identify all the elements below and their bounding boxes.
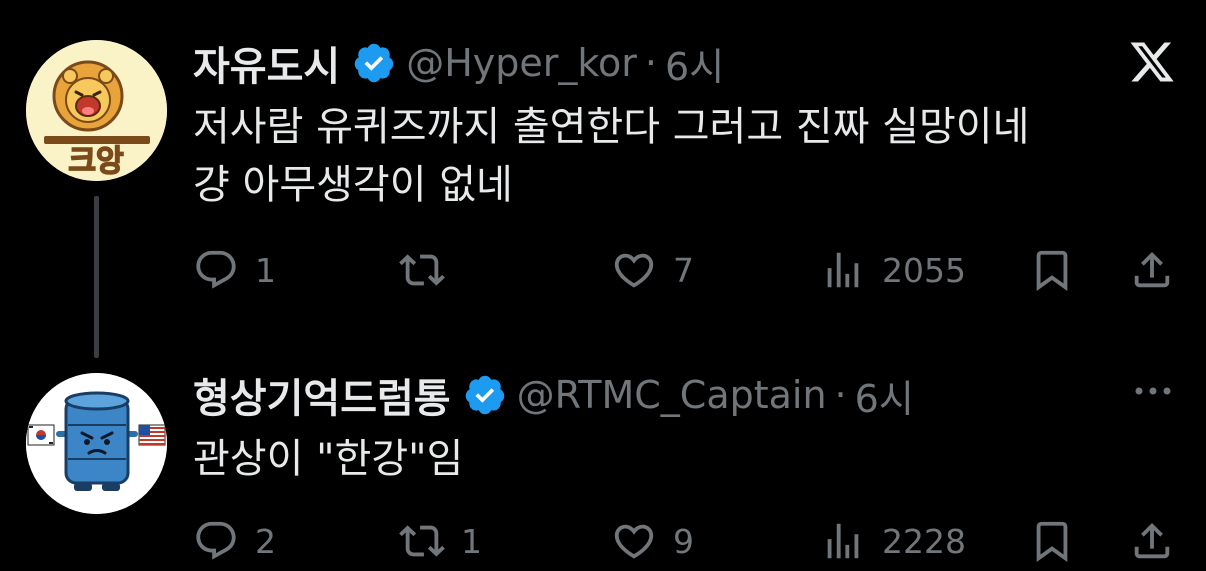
x-logo-icon[interactable] bbox=[1128, 38, 1176, 86]
handle[interactable]: @RTMC_Captain bbox=[517, 373, 827, 417]
views-count: 2055 bbox=[882, 250, 966, 290]
action-bar: 2 1 9 2228 bbox=[193, 511, 1183, 571]
retweet-button[interactable]: 1 bbox=[399, 518, 482, 564]
views-icon bbox=[827, 523, 859, 559]
reply-icon bbox=[196, 250, 236, 289]
avatar-lion[interactable]: 크앙 bbox=[26, 40, 167, 181]
tweet-text-line: 관상이 "한강"임 bbox=[193, 436, 464, 482]
tweet-text: 저사람 유퀴즈까지 출연한다 그러고 진짜 실망이네 걍 아무생각이 없네 bbox=[193, 98, 1153, 214]
verified-badge-icon bbox=[354, 43, 394, 83]
tweet: 크앙 자유도시 @Hyper_kor · 6시 저사람 유퀴즈까지 출연한다 그… bbox=[0, 0, 1206, 358]
avatar-drum[interactable] bbox=[26, 373, 167, 514]
tweet-text-line: 걍 아무생각이 없네 bbox=[193, 162, 513, 208]
retweet-icon bbox=[399, 525, 445, 557]
separator-dot: · bbox=[644, 41, 658, 85]
share-icon bbox=[1134, 251, 1170, 288]
reply-icon bbox=[196, 521, 236, 560]
like-button[interactable]: 9 bbox=[611, 518, 694, 564]
lion-avatar-icon: 크앙 bbox=[26, 40, 167, 181]
display-name[interactable]: 형상기억드럼통 bbox=[193, 366, 451, 424]
like-icon bbox=[614, 253, 654, 288]
share-icon bbox=[1134, 522, 1170, 559]
bookmark-icon bbox=[1036, 521, 1068, 562]
views-count: 2228 bbox=[882, 521, 966, 561]
bookmark-icon bbox=[1036, 250, 1068, 291]
avatar-lion-text: 크앙 bbox=[68, 144, 124, 179]
bookmark-button[interactable] bbox=[1029, 518, 1075, 564]
tweet-header: 자유도시 @Hyper_kor · 6시 bbox=[193, 36, 724, 91]
bookmark-button[interactable] bbox=[1029, 247, 1075, 293]
handle[interactable]: @Hyper_kor bbox=[406, 41, 637, 85]
share-button[interactable] bbox=[1129, 518, 1175, 564]
like-icon bbox=[614, 524, 654, 559]
reply-count: 1 bbox=[255, 250, 276, 290]
reply-button[interactable]: 1 bbox=[193, 247, 276, 293]
reply-button[interactable]: 2 bbox=[193, 518, 276, 564]
retweet-icon bbox=[399, 254, 445, 286]
more-icon[interactable] bbox=[1130, 378, 1176, 404]
tweet-text-line: 저사람 유퀴즈까지 출연한다 그러고 진짜 실망이네 bbox=[193, 104, 1030, 150]
retweet-count: 1 bbox=[461, 521, 482, 561]
action-bar: 1 7 2055 bbox=[193, 240, 1183, 300]
like-count: 9 bbox=[673, 521, 694, 561]
display-name[interactable]: 자유도시 bbox=[193, 34, 340, 92]
timestamp[interactable]: 6시 bbox=[665, 36, 724, 91]
tweet-text: 관상이 "한강"임 bbox=[193, 430, 1153, 488]
views-icon bbox=[827, 252, 859, 288]
verified-badge-icon bbox=[465, 375, 504, 415]
timestamp[interactable]: 6시 bbox=[855, 368, 914, 423]
like-count: 7 bbox=[673, 250, 694, 290]
tweet-header: 형상기억드럼통 @RTMC_Captain · 6시 bbox=[193, 368, 914, 423]
reply-count: 2 bbox=[255, 521, 276, 561]
tweet: 형상기억드럼통 @RTMC_Captain · 6시 관상이 "한강"임 2 1… bbox=[0, 330, 1206, 567]
views-button[interactable]: 2228 bbox=[820, 518, 966, 564]
drum-avatar-icon bbox=[26, 373, 167, 514]
share-button[interactable] bbox=[1129, 247, 1175, 293]
like-button[interactable]: 7 bbox=[611, 247, 694, 293]
retweet-button[interactable] bbox=[399, 247, 461, 293]
separator-dot: · bbox=[834, 373, 847, 417]
views-button[interactable]: 2055 bbox=[820, 247, 966, 293]
